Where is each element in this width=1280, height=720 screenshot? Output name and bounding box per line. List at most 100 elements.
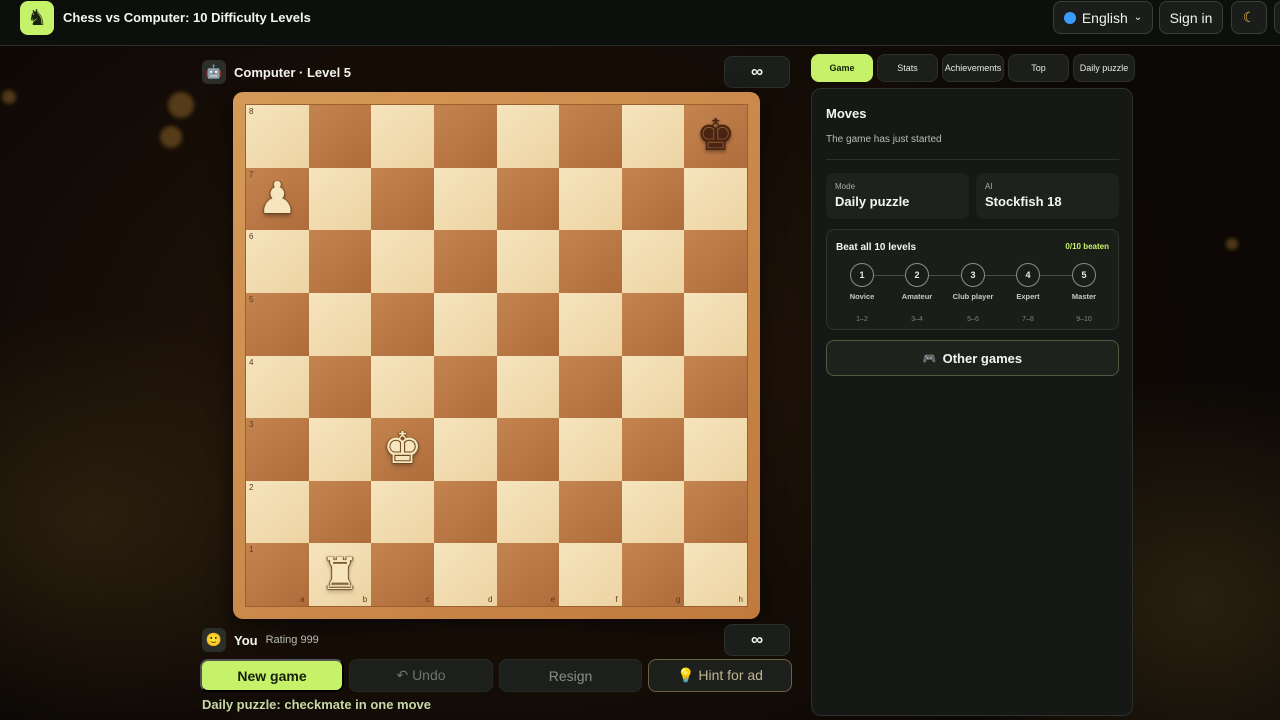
tab-stats[interactable]: Stats bbox=[877, 54, 938, 82]
square-a5[interactable]: 5 bbox=[246, 292, 309, 356]
square-g7[interactable] bbox=[621, 167, 685, 231]
rank-label: 5 bbox=[249, 294, 254, 304]
knight-icon[interactable]: ♞ bbox=[20, 1, 54, 35]
square-e5[interactable] bbox=[496, 292, 560, 356]
square-d8[interactable] bbox=[433, 105, 497, 168]
square-c3[interactable]: ♚ bbox=[371, 418, 434, 481]
level-name: Amateur bbox=[901, 292, 933, 301]
file-label: c bbox=[425, 595, 430, 604]
resign-button[interactable]: Resign bbox=[499, 659, 642, 692]
moves-empty-text: The game has just started bbox=[826, 134, 942, 145]
square-e4[interactable] bbox=[496, 355, 560, 419]
level-name: Expert bbox=[1016, 292, 1040, 301]
square-a3[interactable]: 3 bbox=[246, 418, 309, 481]
square-e7[interactable] bbox=[496, 167, 560, 231]
square-h7[interactable] bbox=[684, 167, 747, 231]
game-panel: Moves The game has just started Mode Dai… bbox=[811, 88, 1133, 716]
square-e6[interactable] bbox=[496, 230, 560, 293]
black-king-icon[interactable]: ♚ bbox=[696, 114, 735, 158]
language-selector[interactable]: English ⌄ bbox=[1053, 1, 1153, 34]
square-c7[interactable] bbox=[371, 167, 434, 231]
square-g1[interactable]: g bbox=[621, 543, 685, 606]
square-b2[interactable] bbox=[308, 480, 372, 544]
square-f5[interactable] bbox=[559, 292, 622, 356]
square-h5[interactable] bbox=[684, 292, 747, 356]
square-e3[interactable] bbox=[496, 418, 560, 481]
tab-top[interactable]: Top bbox=[1008, 54, 1069, 82]
square-b8[interactable] bbox=[308, 105, 372, 168]
tab-achievements[interactable]: Achievements bbox=[942, 54, 1004, 82]
square-h8[interactable]: ♚ bbox=[684, 105, 747, 168]
square-d3[interactable] bbox=[433, 418, 497, 481]
white-pawn-icon[interactable]: ♟ bbox=[258, 176, 297, 221]
square-b3[interactable] bbox=[308, 418, 372, 481]
square-a1[interactable]: 1a bbox=[246, 543, 309, 606]
tab-daily-puzzle[interactable]: Daily puzzle bbox=[1073, 54, 1135, 82]
square-c1[interactable]: c bbox=[371, 543, 434, 606]
square-f2[interactable] bbox=[559, 480, 622, 544]
square-f8[interactable] bbox=[559, 105, 622, 168]
square-h1[interactable]: h bbox=[684, 543, 747, 606]
square-g3[interactable] bbox=[621, 418, 685, 481]
square-d6[interactable] bbox=[433, 230, 497, 293]
white-king-icon[interactable]: ♚ bbox=[383, 427, 422, 471]
square-c5[interactable] bbox=[371, 292, 434, 356]
other-games-button[interactable]: 🎮 Other games bbox=[826, 340, 1119, 376]
square-h6[interactable] bbox=[684, 230, 747, 293]
square-g8[interactable] bbox=[621, 105, 685, 168]
level-range: 1–2 bbox=[856, 316, 868, 323]
chess-board[interactable]: 8 ♚ 7 ♟ 6 5 4 3 ♚ 2 1 a b ♜ c d e f g h bbox=[245, 104, 748, 607]
square-h2[interactable] bbox=[684, 480, 747, 544]
square-c2[interactable] bbox=[371, 480, 434, 544]
white-rook-icon[interactable]: ♜ bbox=[320, 552, 359, 597]
square-h4[interactable] bbox=[684, 355, 747, 419]
square-a7[interactable]: 7 ♟ bbox=[246, 167, 309, 231]
square-a4[interactable]: 4 bbox=[246, 355, 309, 419]
square-f4[interactable] bbox=[559, 355, 622, 419]
square-g4[interactable] bbox=[621, 355, 685, 419]
square-c8[interactable] bbox=[371, 105, 434, 168]
level-name: Master bbox=[1071, 292, 1097, 301]
square-d2[interactable] bbox=[433, 480, 497, 544]
square-a8[interactable]: 8 bbox=[246, 105, 309, 168]
moon-icon[interactable]: ☾ bbox=[1231, 1, 1267, 34]
square-b4[interactable] bbox=[308, 355, 372, 419]
file-label: h bbox=[738, 595, 743, 604]
square-h3[interactable] bbox=[684, 418, 747, 481]
player-rating: Rating 999 bbox=[265, 634, 319, 646]
hint-button[interactable]: 💡 Hint for ad bbox=[648, 659, 792, 692]
new-game-button[interactable]: New game bbox=[200, 659, 344, 692]
square-a6[interactable]: 6 bbox=[246, 230, 309, 293]
square-g5[interactable] bbox=[621, 292, 685, 356]
square-b6[interactable] bbox=[308, 230, 372, 293]
square-c4[interactable] bbox=[371, 355, 434, 419]
overflow-button[interactable] bbox=[1274, 1, 1280, 34]
square-f7[interactable] bbox=[559, 167, 622, 231]
square-f6[interactable] bbox=[559, 230, 622, 293]
square-d5[interactable] bbox=[433, 292, 497, 356]
square-c6[interactable] bbox=[371, 230, 434, 293]
mode-value: Daily puzzle bbox=[835, 194, 910, 209]
square-b5[interactable] bbox=[308, 292, 372, 356]
square-b7[interactable] bbox=[308, 167, 372, 231]
square-e1[interactable]: e bbox=[496, 543, 560, 606]
square-e2[interactable] bbox=[496, 480, 560, 544]
square-e8[interactable] bbox=[496, 105, 560, 168]
square-d1[interactable]: d bbox=[433, 543, 497, 606]
square-d4[interactable] bbox=[433, 355, 497, 419]
file-label: g bbox=[675, 595, 681, 604]
undo-button[interactable]: ↶ Undo bbox=[349, 659, 493, 692]
globe-icon bbox=[1063, 11, 1076, 24]
sign-in-button[interactable]: Sign in bbox=[1159, 1, 1223, 34]
background-light bbox=[160, 126, 182, 148]
square-f1[interactable]: f bbox=[559, 543, 622, 606]
level-number: 1 bbox=[850, 263, 874, 287]
square-g6[interactable] bbox=[621, 230, 685, 293]
square-a2[interactable]: 2 bbox=[246, 480, 309, 544]
square-d7[interactable] bbox=[433, 167, 497, 231]
square-f3[interactable] bbox=[559, 418, 622, 481]
tab-game[interactable]: Game bbox=[811, 54, 873, 82]
square-g2[interactable] bbox=[621, 480, 685, 544]
file-label: b bbox=[362, 595, 368, 604]
square-b1[interactable]: b ♜ bbox=[308, 543, 372, 606]
